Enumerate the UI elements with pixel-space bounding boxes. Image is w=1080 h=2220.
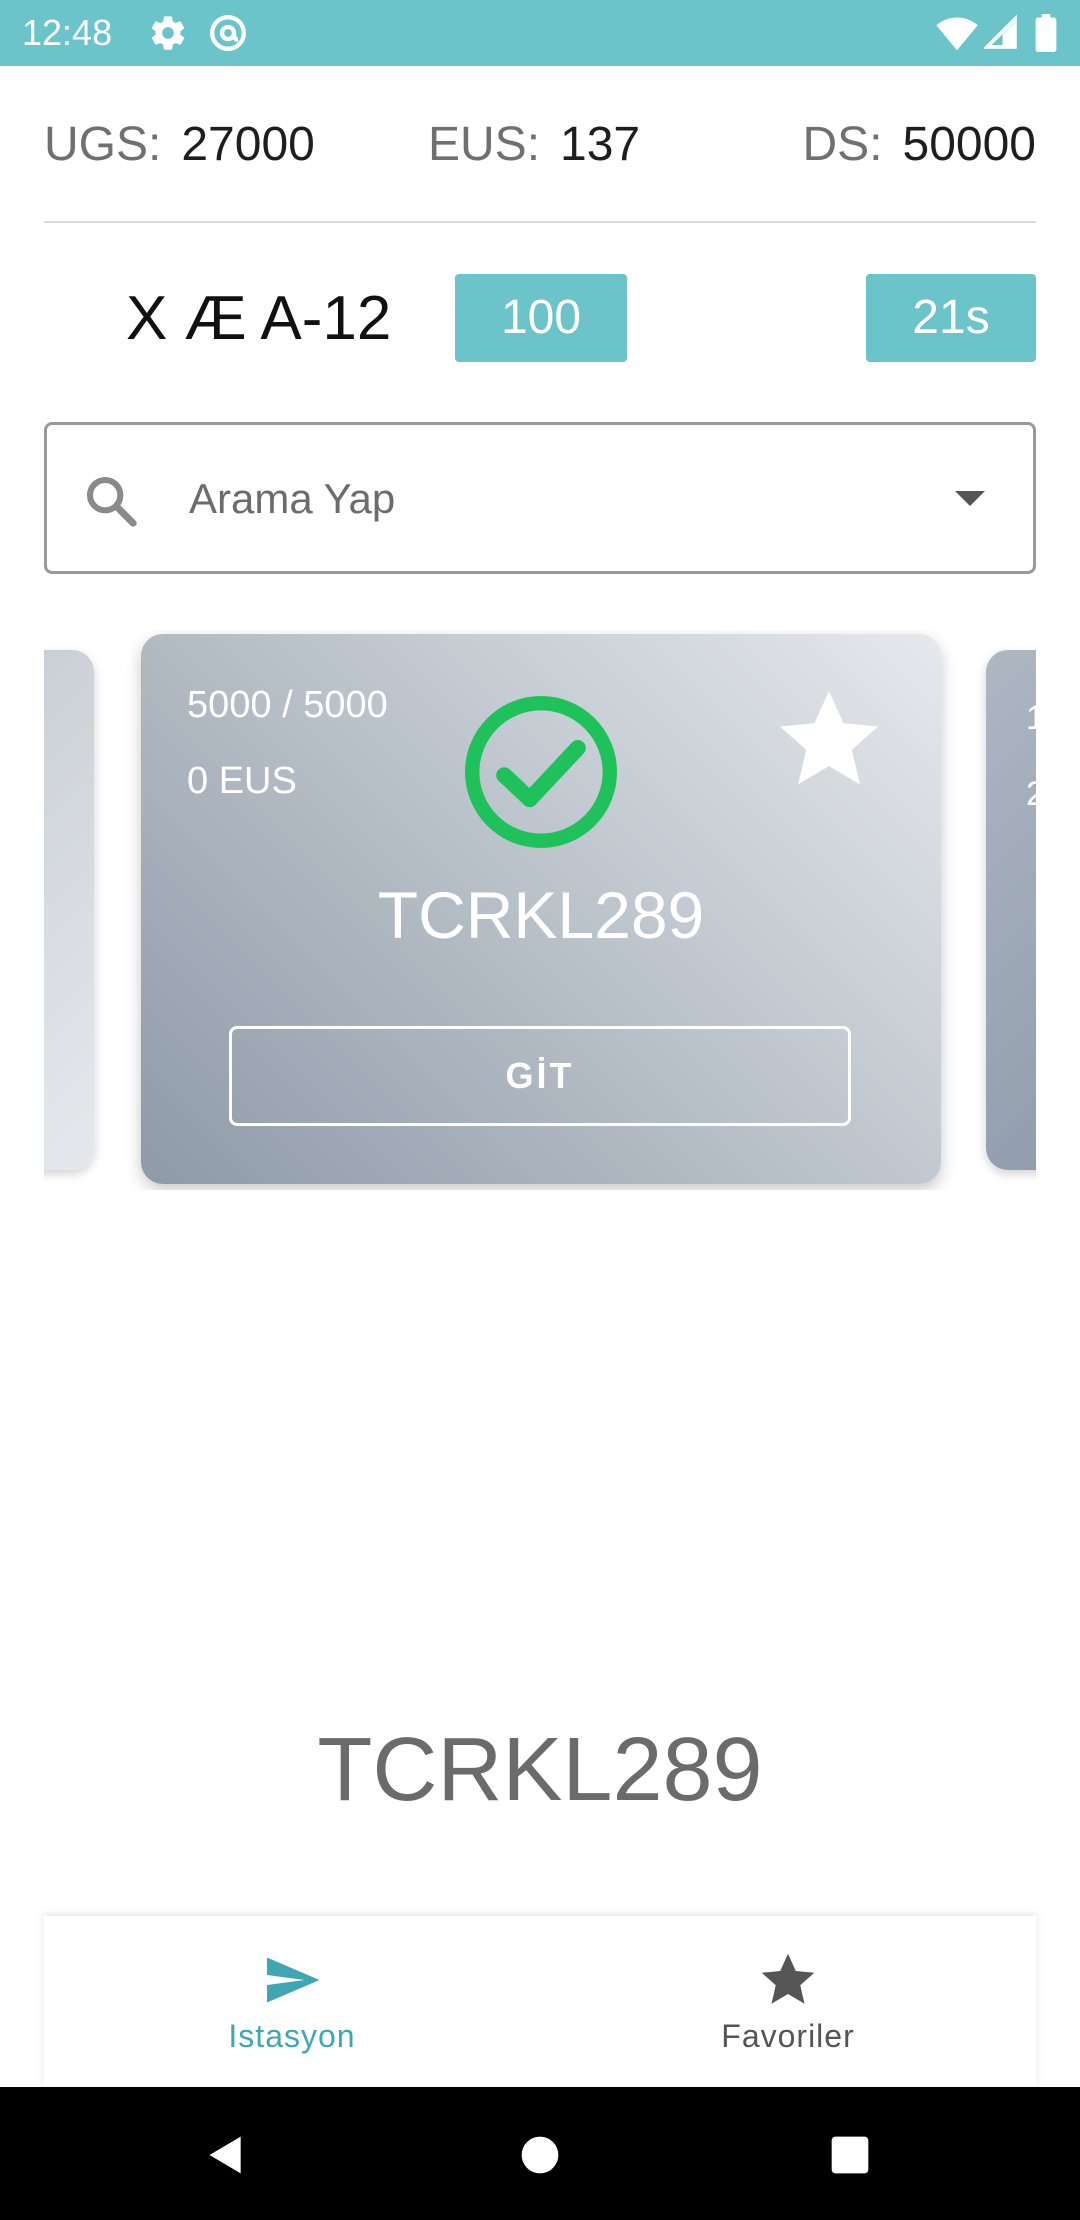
station-card-previous[interactable] — [44, 650, 94, 1170]
next-card-text-1: 1 — [1026, 699, 1036, 737]
card-station-name: TCRKL289 — [377, 878, 705, 952]
nav-label-favoriler: Favoriler — [721, 2018, 855, 2054]
station-carousel[interactable]: 5000 / 5000 0 EUS TCRKL289 GİT 1 2 — [44, 630, 1036, 1190]
divider — [44, 221, 1036, 223]
user-name: X Æ A-12 — [126, 284, 392, 353]
at-sign-icon — [210, 15, 246, 51]
stat-ds: DS: 50000 — [803, 110, 1037, 180]
next-card-text-2: 2 — [1026, 775, 1036, 813]
stat-ugs-label: UGS: — [44, 118, 162, 171]
search-placeholder: Arama Yap — [189, 475, 396, 522]
chevron-down-icon[interactable] — [955, 491, 985, 506]
card-balance: 5000 / 5000 — [187, 684, 388, 726]
search-dropdown[interactable]: Arama Yap — [44, 422, 1036, 574]
back-icon[interactable] — [204, 2133, 248, 2177]
recents-icon[interactable] — [828, 2133, 872, 2177]
station-card-active[interactable]: 5000 / 5000 0 EUS TCRKL289 GİT — [141, 634, 941, 1184]
nav-item-favoriler[interactable]: Favoriler — [540, 1916, 1036, 2086]
search-icon — [86, 476, 137, 527]
selected-station-name: TCRKL289 — [317, 1720, 763, 1820]
status-bar: 12:48 — [0, 0, 1080, 66]
station-card-next[interactable]: 1 2 — [986, 650, 1036, 1170]
gear-icon — [151, 16, 185, 50]
go-button[interactable]: GİT — [229, 1026, 851, 1126]
stat-ds-label: DS: — [802, 118, 883, 171]
star-icon — [761, 1953, 815, 2004]
stat-eus-value: 137 — [560, 118, 641, 171]
card-eus: 0 EUS — [187, 760, 297, 802]
system-navigation-bar — [0, 2087, 1080, 2220]
home-icon[interactable] — [518, 2133, 562, 2177]
bottom-navigation: Istasyon Favoriler — [44, 1916, 1036, 2086]
timer-badge: 21s — [866, 274, 1036, 362]
app-screen: 12:48 UGS: 27000 EUS: 137 DS: 50000 X Æ … — [0, 0, 1080, 2220]
stat-ugs: UGS: 27000 — [44, 110, 315, 180]
wifi-icon — [936, 17, 978, 51]
stat-ds-value: 50000 — [902, 118, 1036, 171]
battery-icon — [1035, 14, 1057, 52]
star-icon[interactable] — [771, 684, 887, 796]
stat-ugs-value: 27000 — [181, 118, 315, 171]
status-time: 12:48 — [22, 12, 113, 53]
nav-label-istasyon: Istasyon — [228, 2018, 356, 2054]
stat-eus-label: EUS: — [428, 118, 541, 171]
stat-eus: EUS: 137 — [428, 110, 640, 180]
send-icon — [267, 1957, 320, 2003]
stats-row: UGS: 27000 EUS: 137 DS: 50000 — [44, 110, 1036, 180]
signal-icon — [984, 14, 1017, 49]
nav-item-istasyon[interactable]: Istasyon — [44, 1916, 540, 2086]
check-circle-icon — [465, 696, 617, 848]
score-badge: 100 — [455, 274, 627, 362]
